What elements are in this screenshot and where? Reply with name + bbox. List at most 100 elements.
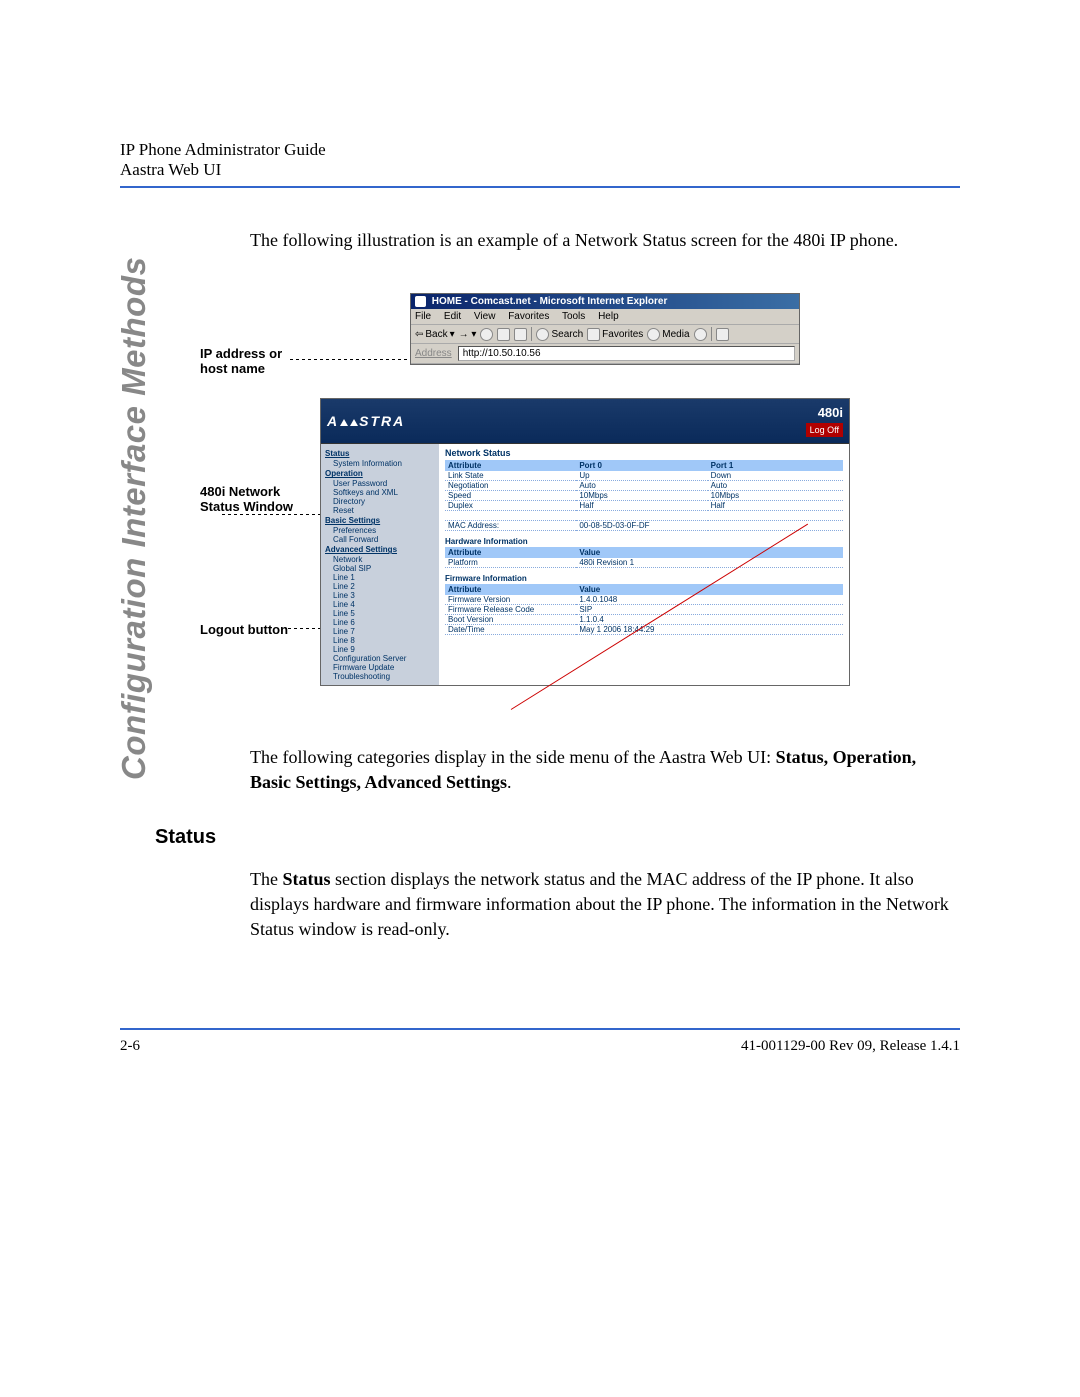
favorites-label: Favorites	[602, 329, 643, 340]
sidebar-item-directory[interactable]: Directory	[323, 497, 437, 506]
media-icon	[647, 328, 660, 341]
stop-icon[interactable]	[480, 328, 493, 341]
sidebar-item-line4[interactable]: Line 4	[323, 600, 437, 609]
search-button[interactable]: Search	[536, 328, 583, 341]
cell: Boot Version	[445, 615, 576, 625]
header-line1: IP Phone Administrator Guide	[120, 140, 960, 160]
sidebar-item-line3[interactable]: Line 3	[323, 591, 437, 600]
browser-toolbar: ⇦ Back ▾ → ▾ Search Favorites Media	[411, 325, 799, 344]
intro-text: The following illustration is an example…	[250, 228, 960, 253]
cell: 1.4.0.1048	[576, 595, 707, 605]
sidebar-item-line9[interactable]: Line 9	[323, 645, 437, 654]
cell: Link State	[445, 471, 576, 481]
status-pre: The	[250, 869, 282, 889]
sidebar-item-line7[interactable]: Line 7	[323, 627, 437, 636]
address-field[interactable]: http://10.50.10.56	[458, 346, 795, 361]
sidebar-item-globalsip[interactable]: Global SIP	[323, 564, 437, 573]
browser-window: HOME - Comcast.net - Microsoft Internet …	[410, 293, 800, 365]
media-label: Media	[662, 329, 689, 340]
sidebar-item-reset[interactable]: Reset	[323, 506, 437, 515]
back-label: Back	[425, 329, 447, 340]
favorites-icon	[587, 328, 600, 341]
cell: 10Mbps	[708, 491, 843, 501]
sidebar-item-tshoot[interactable]: Troubleshooting	[323, 672, 437, 681]
cell: Negotiation	[445, 481, 576, 491]
aastra-sidebar: Status System Information Operation User…	[321, 444, 439, 685]
section-heading-status: Status	[155, 826, 960, 849]
fw-h-attr: Attribute	[445, 584, 576, 595]
sidebar-item-network[interactable]: Network	[323, 555, 437, 564]
refresh-icon[interactable]	[497, 328, 510, 341]
ie-icon	[415, 296, 426, 307]
status-paragraph: The Status section displays the network …	[250, 867, 960, 943]
fw-table: AttributeValue Firmware Version1.4.0.104…	[445, 584, 843, 635]
model-label: 480i	[806, 405, 843, 420]
sidebar-item-sysinfo[interactable]: System Information	[323, 459, 437, 468]
status-post: section displays the network status and …	[250, 869, 949, 939]
cell: Duplex	[445, 501, 576, 511]
callout-ip-address: IP address or host name	[200, 346, 300, 376]
footer: 2-6 41-001129-00 Rev 09, Release 1.4.1	[120, 1038, 960, 1055]
sidebar-item-callfwd[interactable]: Call Forward	[323, 535, 437, 544]
cell: Firmware Version	[445, 595, 576, 605]
menu-edit[interactable]: Edit	[444, 311, 461, 322]
hw-table: AttributeValue Platform480i Revision 1	[445, 547, 843, 568]
address-label: Address	[415, 348, 452, 359]
history-icon[interactable]	[694, 328, 707, 341]
logoff-button[interactable]: Log Off	[806, 423, 843, 437]
cell: Down	[708, 471, 843, 481]
doc-revision: 41-001129-00 Rev 09, Release 1.4.1	[741, 1038, 960, 1055]
net-h-p1: Port 1	[708, 460, 843, 471]
sidebar-item-line1[interactable]: Line 1	[323, 573, 437, 582]
browser-title: HOME - Comcast.net - Microsoft Internet …	[432, 296, 668, 307]
cell: Auto	[576, 481, 707, 491]
fw-title: Firmware Information	[445, 574, 843, 583]
hw-h-val: Value	[576, 547, 707, 558]
cell: 480i Revision 1	[576, 558, 707, 568]
favorites-button[interactable]: Favorites	[587, 328, 643, 341]
back-button[interactable]: ⇦ Back ▾	[415, 329, 455, 340]
menu-file[interactable]: File	[415, 311, 431, 322]
outro-suffix: .	[507, 772, 512, 792]
outro-prefix: The following categories display in the …	[250, 747, 776, 767]
toolbar-sep	[531, 327, 532, 341]
search-label: Search	[551, 329, 583, 340]
sidebar-item-line2[interactable]: Line 2	[323, 582, 437, 591]
menu-favorites[interactable]: Favorites	[508, 311, 549, 322]
sidebar-item-softkeys[interactable]: Softkeys and XML	[323, 488, 437, 497]
hw-h-attr: Attribute	[445, 547, 576, 558]
sidebar-status-head[interactable]: Status	[323, 448, 437, 459]
sidebar-item-line8[interactable]: Line 8	[323, 636, 437, 645]
toolbar-sep2	[711, 327, 712, 341]
home-icon[interactable]	[514, 328, 527, 341]
sidebar-operation-head[interactable]: Operation	[323, 468, 437, 479]
aastra-logo: ASTRA	[327, 413, 405, 429]
sidebar-basic-head[interactable]: Basic Settings	[323, 515, 437, 526]
browser-titlebar: HOME - Comcast.net - Microsoft Internet …	[411, 294, 799, 309]
menu-tools[interactable]: Tools	[562, 311, 585, 322]
aastra-header: ASTRA 480i Log Off	[321, 399, 849, 444]
sidebar-item-cfgserver[interactable]: Configuration Server	[323, 654, 437, 663]
sidebar-advanced-head[interactable]: Advanced Settings	[323, 544, 437, 555]
content-title: Network Status	[445, 448, 843, 458]
sidebar-item-prefs[interactable]: Preferences	[323, 526, 437, 535]
cell: Firmware Release Code	[445, 605, 576, 615]
side-title: Configuration Interface Methods	[115, 257, 153, 780]
aastra-panel: ASTRA 480i Log Off Status System Informa…	[320, 398, 850, 686]
cell: Half	[576, 501, 707, 511]
header-line2: Aastra Web UI	[120, 160, 960, 180]
mail-icon[interactable]	[716, 328, 729, 341]
page-number: 2-6	[120, 1038, 140, 1055]
menu-help[interactable]: Help	[598, 311, 619, 322]
media-button[interactable]: Media	[647, 328, 689, 341]
callout-logout: Logout button	[200, 622, 288, 637]
forward-button[interactable]: → ▾	[459, 329, 477, 340]
sidebar-item-line5[interactable]: Line 5	[323, 609, 437, 618]
mac-label: MAC Address:	[445, 521, 576, 531]
menu-view[interactable]: View	[474, 311, 496, 322]
sidebar-item-fwupdate[interactable]: Firmware Update	[323, 663, 437, 672]
callout-line-window	[222, 514, 330, 515]
sidebar-item-line6[interactable]: Line 6	[323, 618, 437, 627]
sidebar-item-userpw[interactable]: User Password	[323, 479, 437, 488]
cell: Up	[576, 471, 707, 481]
